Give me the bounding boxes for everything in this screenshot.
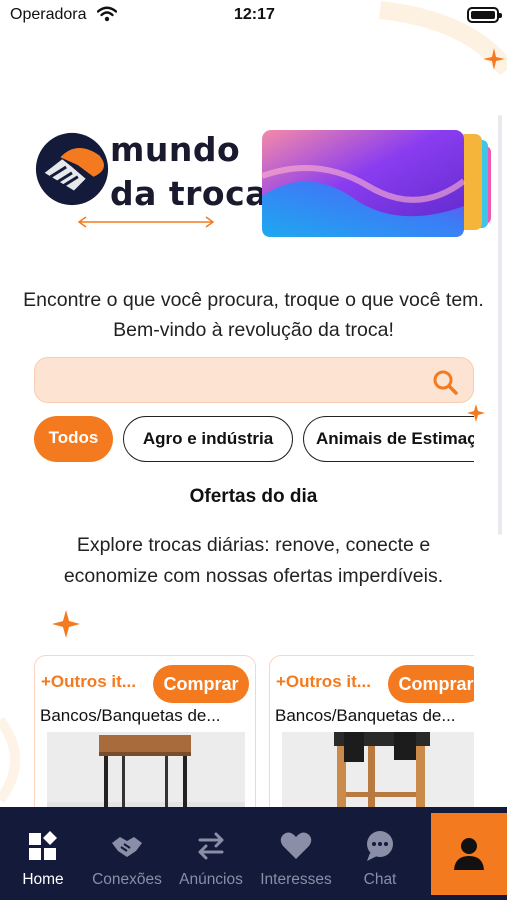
scroll-indicator[interactable] — [498, 115, 502, 535]
category-chip-agro[interactable]: Agro e indústria — [123, 416, 293, 462]
status-bar: Operadora 12:17 — [0, 0, 507, 32]
exchange-arrow-icon — [77, 216, 215, 228]
profile-icon — [454, 838, 484, 870]
profile-button[interactable] — [431, 813, 507, 895]
tab-interests[interactable]: Interesses — [253, 807, 339, 900]
buy-button[interactable]: Comprar — [388, 665, 474, 703]
offers-title: Ofertas do dia — [189, 486, 318, 507]
battery-icon — [467, 7, 502, 23]
brand-logo: mundo da troca — [28, 126, 498, 246]
heart-icon — [280, 832, 312, 859]
home-icon — [29, 831, 57, 860]
search-icon[interactable] — [431, 368, 459, 396]
product-category: +Outros it... — [41, 672, 136, 691]
sparkle-icon — [483, 48, 505, 70]
product-title: Bancos/Banquetas de... — [275, 706, 456, 725]
offers-subtitle: Explore trocas diárias: renove, conecte … — [63, 534, 444, 587]
handshake-icon — [112, 837, 142, 857]
tab-chat[interactable]: Chat — [337, 807, 423, 900]
product-image[interactable] — [47, 732, 245, 810]
swap-icon — [198, 832, 224, 860]
brand-line-2: da troca — [110, 174, 268, 213]
tab-label: Conexões — [92, 871, 162, 888]
product-card[interactable]: +Outros it... Comprar Bancos/Banquetas d… — [34, 655, 256, 810]
tagline: Encontre o que você procura, troque o qu… — [23, 289, 484, 341]
handshake-logo-icon — [35, 132, 109, 206]
tab-label: Interesses — [260, 871, 332, 888]
product-title: Bancos/Banquetas de... — [40, 706, 221, 725]
tab-ads[interactable]: Anúncios — [168, 807, 254, 900]
clock: 12:17 — [234, 6, 275, 23]
tab-connections[interactable]: Conexões — [84, 807, 170, 900]
cards-illustration — [260, 130, 491, 237]
sparkle-icon — [52, 610, 80, 638]
product-carousel[interactable]: +Outros it... Comprar Bancos/Banquetas d… — [34, 655, 474, 810]
brand-wordmark: mundo da troca — [110, 128, 268, 216]
brand-line-1: mundo — [110, 130, 241, 169]
product-image[interactable] — [282, 732, 474, 810]
tab-label: Home — [22, 871, 64, 888]
tab-home[interactable]: Home — [0, 807, 86, 900]
category-filter-bar: Todos Agro e indústria Animais de Estima… — [34, 416, 474, 462]
tab-label: Chat — [363, 871, 397, 888]
category-chip-todos[interactable]: Todos — [34, 416, 113, 462]
buy-button[interactable]: Comprar — [153, 665, 249, 703]
product-card[interactable]: +Outros it... Comprar Bancos/Banquetas d… — [269, 655, 474, 810]
tab-label: Anúncios — [179, 871, 243, 888]
search-input[interactable] — [34, 357, 474, 403]
chat-icon — [367, 831, 393, 861]
product-category: +Outros it... — [276, 672, 371, 691]
carrier-label: Operadora — [10, 6, 87, 23]
category-chip-animais[interactable]: Animais de Estimação — [303, 416, 474, 462]
wifi-icon — [97, 6, 117, 22]
